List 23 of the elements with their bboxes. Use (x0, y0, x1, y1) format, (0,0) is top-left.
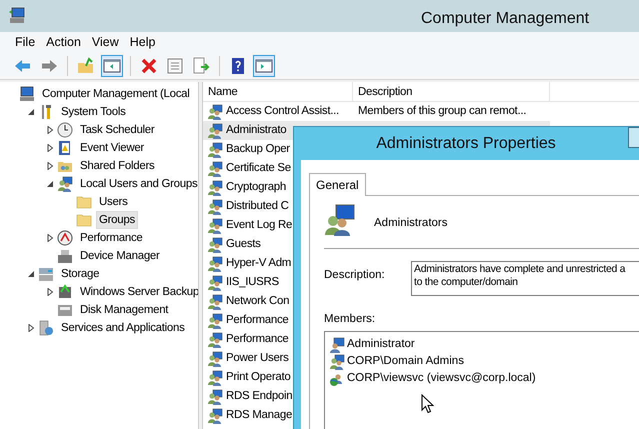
name-cell-text: Print Operato (226, 370, 290, 385)
dialog-title: Administrators Properties (376, 134, 556, 154)
name-cell-text: RDS Manage (226, 408, 292, 423)
name-cell-text: Event Log Re (226, 218, 292, 233)
name-cell-text: Performance (226, 312, 289, 328)
name-cell-text: Backup Oper (226, 142, 290, 157)
group-name: Administrators (374, 216, 448, 232)
name-cell-text: RDS Endpoin (226, 388, 292, 404)
description-label: Description: (324, 268, 386, 283)
name-cell-text: Certificate Se (226, 160, 291, 176)
name-cell-text: Administrato (226, 122, 286, 138)
name-cell-text: Network Con (226, 294, 290, 309)
name-cell-text: Power Users (226, 350, 289, 366)
name-cell-text: Access Control Assist... (226, 104, 339, 119)
name-cell-text: Performance (226, 332, 289, 347)
description-cell-text: Members of this group can remot... (357, 104, 526, 119)
name-cell-text: IIS_IUSRS (226, 274, 279, 290)
members-label: Members: (324, 312, 376, 327)
name-cell-text: Distributed C (226, 198, 289, 214)
name-cell-text: Hyper-V Adm (226, 256, 292, 271)
window-title: Computer Management (421, 9, 590, 29)
name-cell-text: Guests (226, 236, 261, 252)
name-cell-text: Cryptograph (226, 180, 286, 195)
